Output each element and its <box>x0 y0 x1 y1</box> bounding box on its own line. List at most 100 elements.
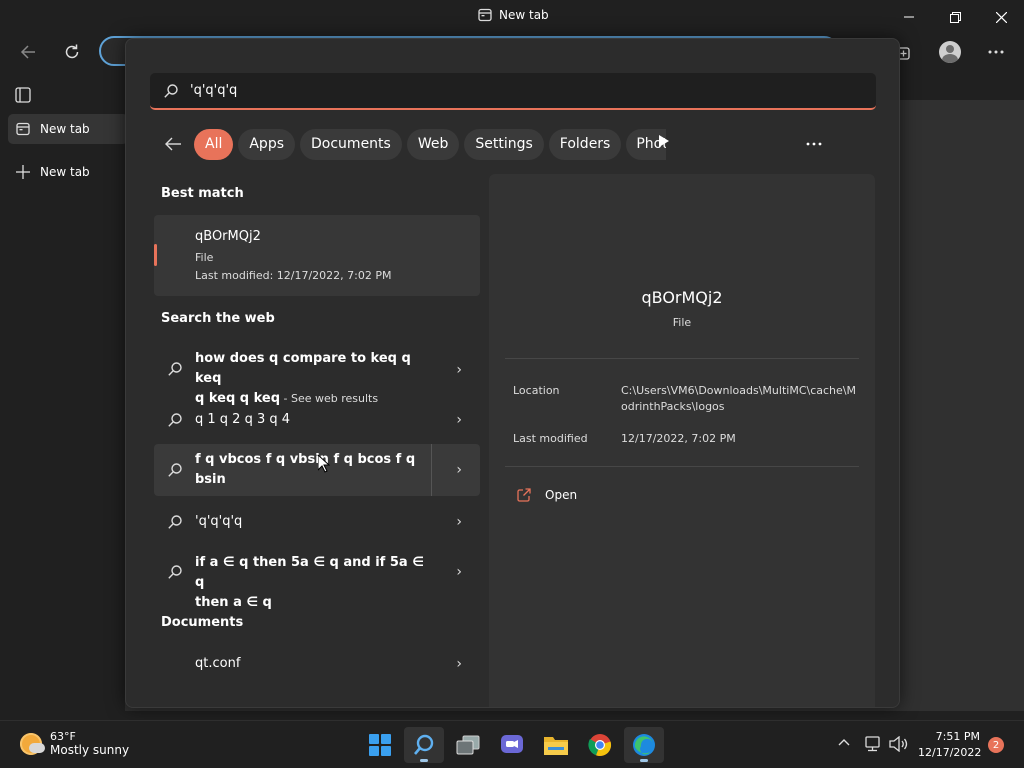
close-button[interactable] <box>978 4 1024 30</box>
filter-all[interactable]: All <box>194 128 234 160</box>
volume-button[interactable] <box>889 735 909 756</box>
sidebar-new-tab-button[interactable]: New tab <box>8 157 128 187</box>
arrow-left-icon <box>165 137 181 151</box>
chevron-right-icon[interactable]: › <box>456 656 462 672</box>
chevron-up-icon <box>838 739 850 746</box>
search-web-heading: Search the web <box>161 311 275 326</box>
back-button[interactable] <box>13 38 43 66</box>
chrome-button[interactable] <box>580 727 620 763</box>
sidebar-tab-new-tab[interactable]: New tab <box>8 114 128 144</box>
refresh-button[interactable] <box>57 38 87 66</box>
web-result-line1: q 1 q 2 q 3 q 4 <box>195 412 291 427</box>
filter-documents[interactable]: Documents <box>300 128 402 160</box>
best-match-type: File <box>195 251 214 264</box>
show-hidden-icons-button[interactable] <box>838 735 850 750</box>
web-result-text: f q vbcos f q vbsin f q bcos f q bsin <box>195 450 425 490</box>
edge-icon <box>633 734 655 756</box>
filter-bar: All Apps Documents Web Settings Folders … <box>158 128 671 160</box>
edge-button[interactable] <box>624 727 664 763</box>
web-result-3[interactable]: f q vbcos f q vbsin f q bcos f q bsin › <box>154 444 480 496</box>
start-button[interactable] <box>360 727 400 763</box>
chevron-right-icon[interactable]: › <box>456 362 462 378</box>
filter-apps[interactable]: Apps <box>238 128 296 160</box>
web-result-line1: 'q'q'q'q <box>195 514 243 529</box>
file-explorer-button[interactable] <box>536 727 576 763</box>
network-icon <box>865 736 880 752</box>
best-match-item[interactable]: qBOrMQj2 File Last modified: 12/17/2022,… <box>154 215 480 296</box>
profile-button[interactable] <box>935 38 965 66</box>
arrow-left-icon <box>20 45 35 59</box>
more-horizontal-icon <box>988 50 1004 54</box>
selection-accent <box>154 244 157 266</box>
taskbar-search-button[interactable] <box>404 727 444 763</box>
chevron-right-icon[interactable]: › <box>456 462 462 478</box>
speaker-icon <box>889 735 908 753</box>
weather-widget[interactable]: 63°F Mostly sunny <box>20 730 129 757</box>
close-icon <box>995 11 1007 23</box>
plus-icon <box>16 165 30 179</box>
tab-page-icon <box>478 8 492 22</box>
windows-logo-icon <box>369 734 391 756</box>
weather-description: Mostly sunny <box>50 743 130 757</box>
filter-scroll-right-button[interactable] <box>659 135 669 151</box>
minimize-button[interactable] <box>886 4 932 30</box>
tab-actions-icon[interactable] <box>15 87 31 107</box>
network-button[interactable] <box>865 736 883 756</box>
document-item[interactable]: qt.conf › <box>154 647 480 681</box>
chevron-right-icon[interactable]: › <box>456 412 462 428</box>
web-result-text: how does q compare to keq q keq q keq q … <box>195 349 425 409</box>
chat-icon <box>501 735 523 753</box>
best-match-name: qBOrMQj2 <box>195 229 261 244</box>
search-input[interactable]: 'q'q'q'q <box>150 73 876 110</box>
search-icon <box>164 83 178 98</box>
filter-settings[interactable]: Settings <box>464 128 544 160</box>
best-match-modified: Last modified: 12/17/2022, 7:02 PM <box>195 269 392 282</box>
divider <box>505 358 859 359</box>
chevron-right-icon[interactable]: › <box>456 514 462 530</box>
web-result-4[interactable]: 'q'q'q'q › <box>154 505 480 539</box>
window-title: New tab <box>478 8 549 22</box>
restore-button[interactable] <box>932 4 978 30</box>
notification-badge[interactable]: 2 <box>988 737 1004 753</box>
web-result-text: if a ∈ q then 5a ∈ q and if 5a ∈ q then … <box>195 553 425 613</box>
web-result-1[interactable]: how does q compare to keq q keq q keq q … <box>154 345 480 406</box>
search-panel: 'q'q'q'q All Apps Documents Web Settings… <box>125 38 900 708</box>
search-icon <box>168 362 182 376</box>
preview-type: File <box>672 316 692 329</box>
sidebar-new-tab-label: New tab <box>40 165 90 179</box>
modified-value: 12/17/2022, 7:02 PM <box>621 432 736 445</box>
search-icon <box>168 463 182 477</box>
filter-back-button[interactable] <box>158 129 188 159</box>
search-icon <box>168 565 182 579</box>
chat-button[interactable] <box>492 727 532 763</box>
filter-folders[interactable]: Folders <box>548 128 622 160</box>
divider <box>505 466 859 467</box>
web-result-2[interactable]: q 1 q 2 q 3 q 4 › <box>154 403 480 437</box>
clock[interactable]: 7:51 PM 12/17/2022 <box>918 729 982 761</box>
task-view-icon <box>456 735 480 755</box>
settings-more-button[interactable] <box>981 38 1011 66</box>
web-result-line1: if a ∈ q then 5a ∈ q and if 5a ∈ q <box>195 555 424 590</box>
mouse-cursor-icon <box>318 455 330 473</box>
open-label: Open <box>545 488 578 502</box>
open-action[interactable]: Open <box>517 488 577 502</box>
clock-date: 12/17/2022 <box>918 746 982 759</box>
restore-icon <box>949 11 961 23</box>
best-match-heading: Best match <box>161 186 244 201</box>
preview-pane: qBOrMQj2 File Location C:\Users\VM6\Down… <box>489 174 875 707</box>
folder-icon <box>544 737 568 755</box>
web-result-5[interactable]: if a ∈ q then 5a ∈ q and if 5a ∈ q then … <box>154 547 480 610</box>
browser-titlebar: New tab <box>0 0 1024 33</box>
refresh-icon <box>65 44 79 59</box>
clock-time: 7:51 PM <box>935 730 980 743</box>
task-view-button[interactable] <box>448 727 488 763</box>
chevron-right-icon[interactable]: › <box>456 564 462 580</box>
more-options-button[interactable] <box>806 131 822 150</box>
window-title-text: New tab <box>499 8 549 22</box>
web-result-line1: f q vbcos f q vbsin f q bcos f q <box>195 452 416 467</box>
document-name: qt.conf <box>195 656 241 671</box>
filter-web[interactable]: Web <box>406 128 460 160</box>
search-query-text: 'q'q'q'q <box>190 83 238 98</box>
web-result-line2: then a ∈ q <box>195 595 272 610</box>
avatar-icon <box>939 41 961 63</box>
